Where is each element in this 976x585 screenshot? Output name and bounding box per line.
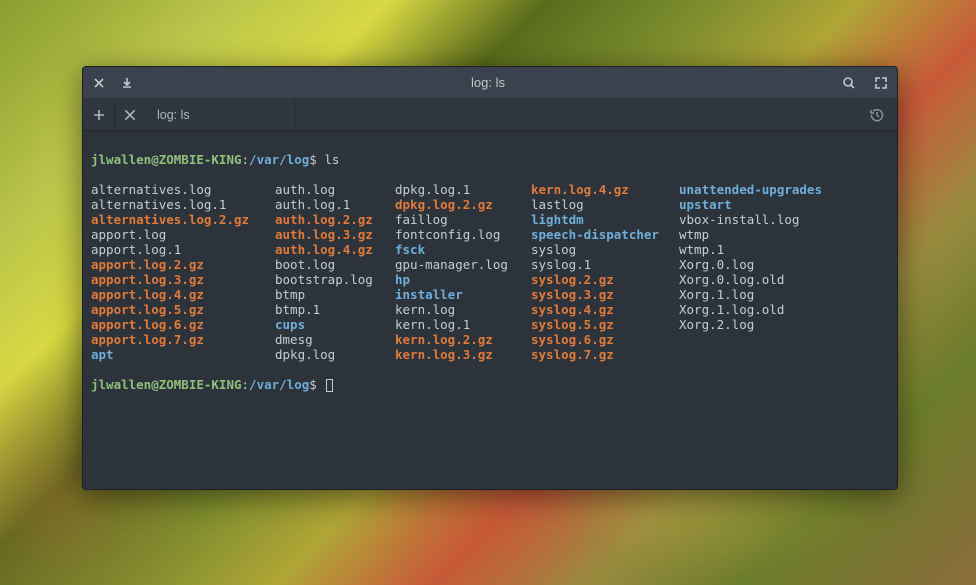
file-entry: upstart bbox=[679, 197, 822, 212]
expand-icon[interactable] bbox=[873, 75, 889, 91]
file-entry: lastlog bbox=[531, 197, 679, 212]
file-entry: installer bbox=[395, 287, 531, 302]
file-entry: hp bbox=[395, 272, 531, 287]
file-entry: apport.log.4.gz bbox=[91, 287, 275, 302]
file-entry: apt bbox=[91, 347, 275, 362]
file-entry: kern.log bbox=[395, 302, 531, 317]
file-entry: syslog.3.gz bbox=[531, 287, 679, 302]
file-entry: syslog.5.gz bbox=[531, 317, 679, 332]
file-entry: syslog.6.gz bbox=[531, 332, 679, 347]
file-entry: kern.log.2.gz bbox=[395, 332, 531, 347]
file-entry: speech-dispatcher bbox=[531, 227, 679, 242]
file-entry: dpkg.log.2.gz bbox=[395, 197, 531, 212]
file-entry: apport.log bbox=[91, 227, 275, 242]
file-entry: gpu-manager.log bbox=[395, 257, 531, 272]
file-entry: kern.log.4.gz bbox=[531, 182, 679, 197]
file-entry: syslog.2.gz bbox=[531, 272, 679, 287]
cursor bbox=[326, 379, 333, 392]
file-entry: dmesg bbox=[275, 332, 395, 347]
file-entry: syslog.7.gz bbox=[531, 347, 679, 362]
file-entry: fontconfig.log bbox=[395, 227, 531, 242]
close-window-icon[interactable] bbox=[91, 75, 107, 91]
file-entry: auth.log bbox=[275, 182, 395, 197]
download-icon[interactable] bbox=[119, 75, 135, 91]
file-entry: Xorg.0.log bbox=[679, 257, 822, 272]
file-entry: boot.log bbox=[275, 257, 395, 272]
terminal-output[interactable]: jlwallen@ZOMBIE-KING:/var/log$ ls altern… bbox=[83, 131, 897, 489]
file-entry: apport.log.6.gz bbox=[91, 317, 275, 332]
file-entry: auth.log.3.gz bbox=[275, 227, 395, 242]
file-entry: apport.log.1 bbox=[91, 242, 275, 257]
titlebar: log: ls bbox=[83, 67, 897, 99]
window-title: log: ls bbox=[135, 75, 841, 90]
file-entry: apport.log.3.gz bbox=[91, 272, 275, 287]
file-entry: Xorg.1.log bbox=[679, 287, 822, 302]
file-entry: alternatives.log bbox=[91, 182, 275, 197]
file-entry: unattended-upgrades bbox=[679, 182, 822, 197]
tabbar: log: ls bbox=[83, 99, 897, 131]
file-entry: syslog bbox=[531, 242, 679, 257]
file-entry: btmp.1 bbox=[275, 302, 395, 317]
terminal-window: log: ls log: ls jlwallen@ZOMBIE-KING:/va… bbox=[82, 66, 898, 490]
file-entry: faillog bbox=[395, 212, 531, 227]
file-entry: auth.log.2.gz bbox=[275, 212, 395, 227]
file-entry: wtmp bbox=[679, 227, 822, 242]
tab-label: log: ls bbox=[157, 108, 190, 122]
new-tab-button[interactable] bbox=[83, 99, 115, 130]
file-entry: auth.log.4.gz bbox=[275, 242, 395, 257]
file-entry: syslog.4.gz bbox=[531, 302, 679, 317]
file-entry: Xorg.0.log.old bbox=[679, 272, 822, 287]
tab-close-icon[interactable] bbox=[123, 108, 137, 122]
file-entry: alternatives.log.2.gz bbox=[91, 212, 275, 227]
file-entry: Xorg.2.log bbox=[679, 317, 822, 332]
search-icon[interactable] bbox=[841, 75, 857, 91]
file-entry: apport.log.7.gz bbox=[91, 332, 275, 347]
file-entry: auth.log.1 bbox=[275, 197, 395, 212]
file-entry: alternatives.log.1 bbox=[91, 197, 275, 212]
file-entry: lightdm bbox=[531, 212, 679, 227]
ls-listing: alternatives.logalternatives.log.1altern… bbox=[91, 182, 889, 362]
file-entry: apport.log.5.gz bbox=[91, 302, 275, 317]
prompt-line: jlwallen@ZOMBIE-KING:/var/log$ ls bbox=[91, 152, 889, 167]
file-entry: dpkg.log.1 bbox=[395, 182, 531, 197]
file-entry: cups bbox=[275, 317, 395, 332]
file-entry: wtmp.1 bbox=[679, 242, 822, 257]
file-entry: bootstrap.log bbox=[275, 272, 395, 287]
file-entry: kern.log.3.gz bbox=[395, 347, 531, 362]
file-entry: fsck bbox=[395, 242, 531, 257]
prompt-line: jlwallen@ZOMBIE-KING:/var/log$ bbox=[91, 377, 889, 392]
file-entry: apport.log.2.gz bbox=[91, 257, 275, 272]
history-icon[interactable] bbox=[869, 107, 885, 123]
file-entry: vbox-install.log bbox=[679, 212, 822, 227]
file-entry: Xorg.1.log.old bbox=[679, 302, 822, 317]
file-entry: dpkg.log bbox=[275, 347, 395, 362]
file-entry: btmp bbox=[275, 287, 395, 302]
file-entry: syslog.1 bbox=[531, 257, 679, 272]
file-entry: kern.log.1 bbox=[395, 317, 531, 332]
tab[interactable]: log: ls bbox=[115, 99, 295, 130]
